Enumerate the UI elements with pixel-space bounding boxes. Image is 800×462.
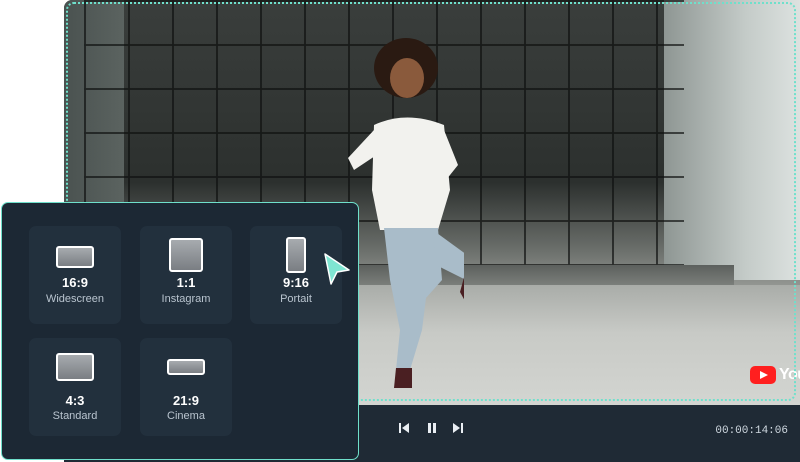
ratio-card-standard[interactable]: 4:3 Standard xyxy=(29,338,121,436)
ratio-card-widescreen[interactable]: 16:9 Widescreen xyxy=(29,226,121,324)
ratio-value: 1:1 xyxy=(176,275,196,290)
standard-shape-icon xyxy=(56,353,94,381)
skip-forward-icon[interactable] xyxy=(452,422,464,437)
ratio-label: Instagram xyxy=(161,293,211,305)
background-building xyxy=(664,0,800,280)
portrait-shape-icon xyxy=(286,237,306,273)
ratio-label: Widescreen xyxy=(45,293,105,305)
ratio-label: Standard xyxy=(52,410,98,422)
youtube-watermark-text: YouTube xyxy=(779,366,800,383)
timestamp: 00:00:14:06 xyxy=(715,425,788,437)
youtube-logo-icon xyxy=(750,366,776,384)
ratio-label: Cinema xyxy=(167,410,205,422)
ratio-card-cinema[interactable]: 21:9 Cinema xyxy=(140,338,232,436)
widescreen-shape-icon xyxy=(56,246,94,268)
skip-back-icon[interactable] xyxy=(398,422,410,437)
ratio-value: 21:9 xyxy=(172,393,200,408)
cinema-shape-icon xyxy=(167,359,205,375)
ratio-label: Portait xyxy=(280,293,312,305)
youtube-watermark: YouTube xyxy=(750,366,800,384)
aspect-ratio-panel: 16:9 Widescreen 1:1 Instagram 9:16 Porta… xyxy=(1,202,359,460)
cursor-arrow-icon xyxy=(324,253,350,285)
pause-icon[interactable] xyxy=(426,422,438,437)
square-shape-icon xyxy=(169,238,203,272)
ratio-value: 4:3 xyxy=(65,393,85,408)
ratio-value: 16:9 xyxy=(61,275,89,290)
ratio-card-instagram[interactable]: 1:1 Instagram xyxy=(140,226,232,324)
